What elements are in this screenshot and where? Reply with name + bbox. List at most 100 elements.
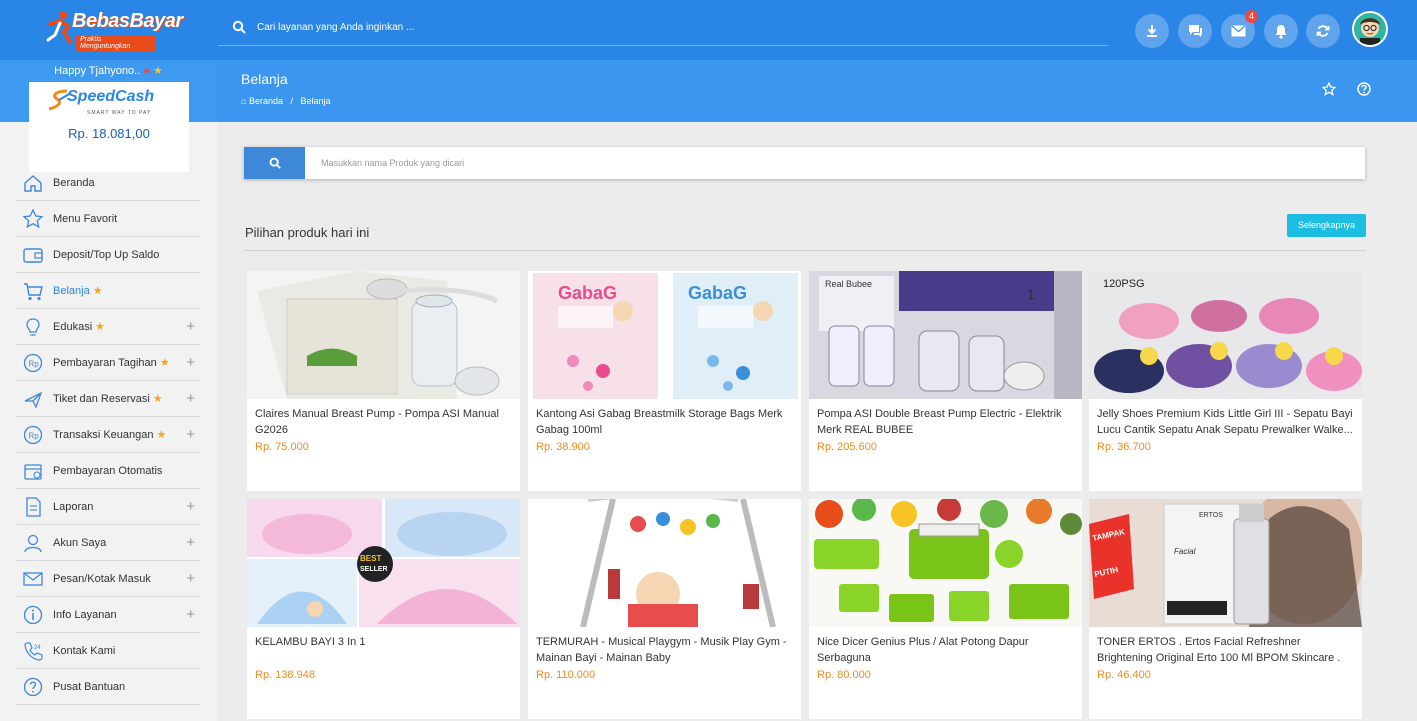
sidebar-item-edukasi[interactable]: Edukasi ★ + — [16, 309, 201, 345]
info-icon — [22, 604, 44, 626]
featured-star-icon: ★ — [159, 357, 170, 369]
product-card[interactable]: BEST SELLER KELAMBU BAYI 3 In 1 Rp. 138.… — [247, 499, 520, 719]
product-card[interactable]: GabaG GabaG Kantong Asi Gabag Breastmilk… — [528, 271, 801, 491]
product-search-input[interactable]: Masukkan nama Produk yang dicari — [321, 158, 464, 168]
see-more-button[interactable]: Selengkapnya — [1287, 214, 1366, 237]
brand-runner-icon — [46, 11, 72, 44]
sidebar-item-laporan[interactable]: Laporan + — [16, 489, 201, 525]
sidebar-item-label: Deposit/Top Up Saldo — [53, 248, 160, 261]
product-card[interactable]: TAMPAK PUTIH ERTOS Facial TONER ERTOS . … — [1089, 499, 1362, 719]
sidebar-item-belanja[interactable]: Belanja ★ — [16, 273, 201, 309]
gabag-label-blue: GabaG — [688, 283, 747, 303]
envelope-icon — [1231, 25, 1245, 37]
report-icon — [22, 496, 44, 518]
chat-icon — [1188, 25, 1202, 37]
sidebar-item-pesan-kotak-masuk[interactable]: Pesan/Kotak Masuk + — [16, 561, 201, 597]
sidebar-item-info-layanan[interactable]: Info Layanan + — [16, 597, 201, 633]
cart-icon — [22, 280, 44, 302]
user-star-icon: ★ — [152, 65, 163, 77]
expand-plus-icon[interactable]: + — [186, 498, 195, 515]
svg-text:24: 24 — [34, 645, 41, 651]
product-search-button[interactable] — [244, 147, 305, 179]
product-image-dicer — [809, 499, 1082, 627]
download-button[interactable] — [1135, 14, 1169, 48]
global-search[interactable]: Cari layanan yang Anda inginkan ... — [218, 10, 1108, 46]
product-price: Rp. 138.948 — [255, 669, 315, 681]
sidebar-item-menu-favorit[interactable]: Menu Favorit — [16, 201, 201, 237]
expand-plus-icon[interactable]: + — [186, 606, 195, 623]
sidebar-item-kontak-kami[interactable]: 24 Kontak Kami — [16, 633, 201, 669]
sidebar-item-label: Beranda — [53, 176, 95, 189]
product-price: Rp. 75.000 — [255, 441, 309, 453]
product-image-breast-pump — [247, 271, 520, 399]
sidebar-item-label: Pusat Bantuan — [53, 680, 126, 693]
mail-button[interactable]: 4 — [1221, 10, 1258, 48]
product-card[interactable]: TERMURAH - Musical Playgym - Musik Play … — [528, 499, 801, 719]
section-divider — [244, 250, 1366, 251]
expand-plus-icon[interactable]: + — [186, 318, 195, 335]
sidebar-item-pusat-bantuan[interactable]: Pusat Bantuan — [16, 669, 201, 705]
product-image-electric-pump: Real Bubee 1 — [809, 271, 1082, 399]
breadcrumb-home[interactable]: Beranda — [249, 96, 283, 106]
product-card[interactable]: 120PSG Jelly Shoes Premium Kids Little G… — [1089, 271, 1362, 491]
breadcrumb-home-icon: ⌂ — [241, 96, 247, 106]
best-seller-label-2: SELLER — [360, 566, 388, 573]
plane-icon — [22, 388, 44, 410]
product-name: KELAMBU BAYI 3 In 1 — [255, 636, 366, 648]
expand-plus-icon[interactable]: + — [186, 570, 195, 587]
sidebar-item-label: Pesan/Kotak Masuk — [53, 572, 151, 585]
sidebar-item-label: Info Layanan — [53, 608, 117, 621]
featured-star-icon: ★ — [95, 321, 106, 333]
product-image-toner: TAMPAK PUTIH ERTOS Facial — [1089, 499, 1362, 627]
product-card[interactable]: Nice Dicer Genius Plus / Alat Potong Dap… — [809, 499, 1082, 719]
sidebar: Happy Tjahyono.. ● ★ SpeedCash SMART WAY… — [0, 60, 217, 721]
svg-text:Rp: Rp — [29, 359, 40, 368]
chat-button[interactable] — [1178, 14, 1212, 48]
notification-button[interactable] — [1264, 14, 1298, 48]
expand-plus-icon[interactable]: + — [186, 534, 195, 551]
speedcash-wallet[interactable]: SpeedCash SMART WAY TO PAY Rp. 18.081,00 — [29, 82, 189, 172]
sidebar-item-pembayaran-tagihan[interactable]: Rp Pembayaran Tagihan ★ + — [16, 345, 201, 381]
bell-icon — [1275, 24, 1287, 39]
sidebar-item-pembayaran-otomatis[interactable]: Pembayaran Otomatis — [16, 453, 201, 489]
sidebar-item-transaksi-keuangan[interactable]: Rp Transaksi Keuangan ★ + — [16, 417, 201, 453]
breadcrumb-separator: / — [290, 96, 294, 106]
featured-star-icon: ★ — [92, 285, 103, 297]
avatar-face-icon — [1354, 13, 1386, 45]
refresh-button[interactable] — [1306, 14, 1340, 48]
wallet-icon — [22, 244, 44, 266]
psg-label: 120PSG — [1103, 278, 1145, 290]
help-icon — [22, 676, 44, 698]
brand-logo[interactable]: BebasBayar Praktis Menguntungkan — [46, 8, 183, 51]
sidebar-item-deposit-top-up-saldo[interactable]: Deposit/Top Up Saldo — [16, 237, 201, 273]
sidebar-item-label: Pembayaran Tagihan — [53, 356, 157, 369]
real-bubee-label: Real Bubee — [825, 279, 872, 289]
user-avatar[interactable] — [1352, 11, 1388, 47]
sidebar-item-label: Edukasi — [53, 320, 93, 333]
sidebar-item-label: Menu Favorit — [53, 212, 118, 225]
product-card[interactable]: Claires Manual Breast Pump - Pompa ASI M… — [247, 271, 520, 491]
status-dot-icon: ● — [143, 65, 150, 77]
product-card[interactable]: Real Bubee 1 Pompa ASI Double Breast Pum… — [809, 271, 1082, 491]
product-name: Nice Dicer Genius Plus / Alat Potong Dap… — [817, 636, 1029, 664]
mail-icon — [22, 568, 44, 590]
search-icon — [269, 157, 281, 169]
help-circle-icon[interactable] — [1357, 82, 1371, 96]
featured-star-icon: ★ — [156, 429, 167, 441]
sidebar-item-label: Kontak Kami — [53, 644, 116, 657]
page-title: Belanja — [241, 71, 288, 87]
sidebar-item-tiket-dan-reservasi[interactable]: Tiket dan Reservasi ★ + — [16, 381, 201, 417]
expand-plus-icon[interactable]: + — [186, 390, 195, 407]
sidebar-item-akun-saya[interactable]: Akun Saya + — [16, 525, 201, 561]
sidebar-item-beranda[interactable]: Beranda — [16, 165, 201, 201]
sidebar-item-label: Belanja — [53, 284, 90, 297]
favorite-star-icon[interactable] — [1322, 82, 1336, 96]
expand-plus-icon[interactable]: + — [186, 426, 195, 443]
user-name-row[interactable]: Happy Tjahyono.. ● ★ — [0, 64, 217, 77]
global-search-input[interactable]: Cari layanan yang Anda inginkan ... — [257, 22, 414, 33]
product-price: Rp. 36.700 — [1097, 441, 1151, 453]
product-price: Rp. 46.400 — [1097, 669, 1151, 681]
expand-plus-icon[interactable]: + — [186, 354, 195, 371]
best-seller-label: BEST — [360, 554, 381, 563]
product-search: Masukkan nama Produk yang dicari — [244, 147, 1365, 179]
